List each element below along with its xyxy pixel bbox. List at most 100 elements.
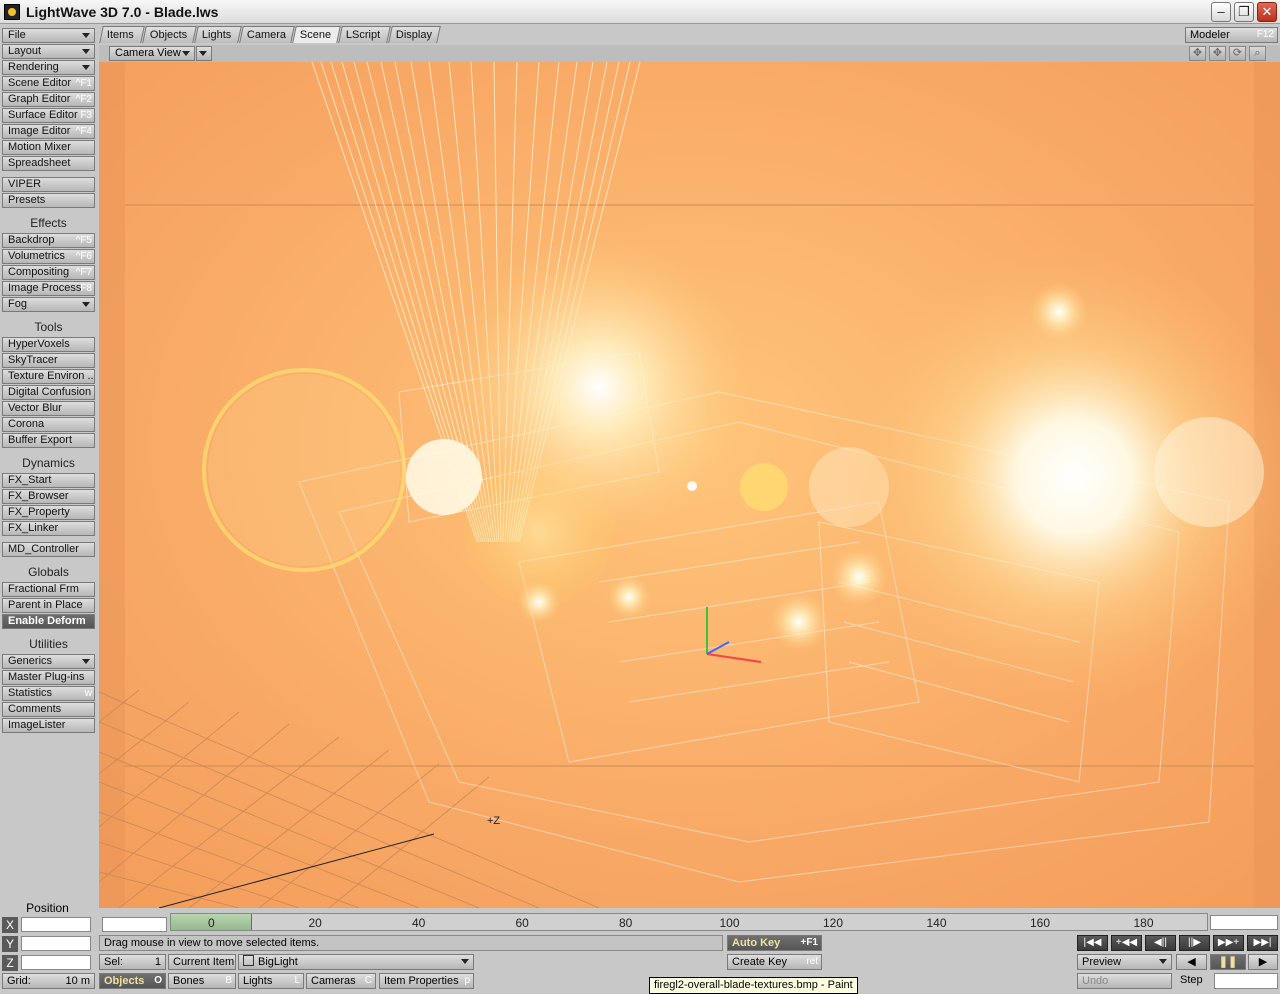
timeline-slider[interactable]: 0 20 40 60 80 100 120 140 160 180: [170, 913, 1208, 931]
lightwave-app-icon[interactable]: [4, 4, 20, 20]
sidebar-item-label: File: [8, 29, 26, 41]
restore-button[interactable]: ❐: [1234, 2, 1254, 22]
sidebar-item-backdrop[interactable]: Backdrop ^F5: [2, 233, 95, 248]
sidebar-item-label: Fractional Frm: [8, 583, 79, 595]
sidebar-item-master-plug-ins[interactable]: Master Plug-ins: [2, 670, 95, 685]
camera-viewport[interactable]: +Z: [99, 62, 1280, 908]
mode-bones-button[interactable]: Bones B: [168, 973, 236, 989]
mode-cameras-button[interactable]: Cameras C: [306, 973, 376, 989]
step-back-button[interactable]: ◀: [1176, 954, 1207, 970]
tab-display[interactable]: Display: [388, 26, 441, 43]
sidebar-item-spreadsheet[interactable]: Spreadsheet: [2, 156, 95, 171]
auto-key-button[interactable]: Auto Key +F1: [727, 935, 822, 951]
tab-scene[interactable]: Scene: [292, 26, 341, 43]
tab-lscript[interactable]: LScript: [338, 26, 391, 43]
sidebar-item-file[interactable]: File: [2, 28, 95, 43]
sidebar-item-label: Scene Editor: [8, 77, 71, 89]
end-frame-field[interactable]: [1210, 915, 1278, 930]
sidebar-item-label: FX_Property: [8, 506, 70, 518]
sidebar-item-viper[interactable]: VIPER: [2, 177, 95, 192]
tab-objects[interactable]: Objects: [142, 26, 197, 43]
main-tab-bar: Items Objects Lights Camera Scene LScript Disp…: [99, 26, 799, 43]
go-to-end-button[interactable]: ▶▶|: [1247, 935, 1278, 951]
sidebar-item-label: VIPER: [8, 178, 42, 190]
sidebar-item-motion-mixer[interactable]: Motion Mixer: [2, 140, 95, 155]
auto-key-shortcut: +F1: [800, 937, 818, 948]
sidebar-item-graph-editor[interactable]: Graph Editor ^F2: [2, 92, 95, 107]
sidebar-item-label: SkyTracer: [8, 354, 58, 366]
sidebar-item-label: Compositing: [8, 266, 70, 278]
y-position-field[interactable]: [21, 936, 91, 951]
sidebar-item-fx-start[interactable]: FX_Start: [2, 473, 95, 488]
sidebar-item-hypervoxels[interactable]: HyperVoxels: [2, 337, 95, 352]
auto-key-label: Auto Key: [732, 937, 781, 949]
frame-field[interactable]: [102, 917, 167, 932]
sidebar-item-imagelister[interactable]: ImageLister: [2, 718, 95, 733]
selection-count: Sel: 1: [99, 954, 166, 970]
sidebar-item-vector-blur[interactable]: Vector Blur: [2, 401, 95, 416]
tab-camera[interactable]: Camera: [239, 26, 295, 43]
sidebar-item-label: ImageLister: [8, 719, 66, 731]
step-back-frame-button[interactable]: ◀||: [1145, 935, 1176, 951]
minimize-button[interactable]: –: [1211, 2, 1231, 22]
pan-view-icon[interactable]: ✥: [1209, 46, 1226, 61]
undo-button[interactable]: Undo: [1077, 973, 1172, 989]
create-key-shortcut: ret: [806, 956, 818, 967]
sidebar-item-fractional-frm[interactable]: Fractional Frm: [2, 582, 95, 597]
sidebar-item-compositing[interactable]: Compositing ^F7: [2, 265, 95, 280]
sidebar-item-fx-property[interactable]: FX_Property: [2, 505, 95, 520]
item-properties-button[interactable]: Item Properties p: [379, 973, 474, 989]
sidebar-item-corona[interactable]: Corona: [2, 417, 95, 432]
z-position-field[interactable]: [21, 955, 91, 970]
close-button[interactable]: ✕: [1257, 2, 1277, 22]
create-key-button[interactable]: Create Key ret: [727, 954, 822, 970]
sidebar-item-md-controller[interactable]: MD_Controller: [2, 542, 95, 557]
create-key-label: Create Key: [732, 956, 788, 968]
sidebar-item-layout[interactable]: Layout: [2, 44, 95, 59]
preview-dropdown[interactable]: Preview: [1077, 954, 1172, 970]
chevron-down-icon: [82, 49, 90, 54]
mode-objects-button[interactable]: Objects O: [99, 973, 166, 989]
sidebar-item-presets[interactable]: Presets: [2, 193, 95, 208]
light-glow-left: [449, 237, 749, 537]
play-button[interactable]: ▶: [1248, 954, 1278, 970]
sidebar-item-surface-editor[interactable]: Surface Editor F3: [2, 108, 95, 123]
mode-lights-button[interactable]: Lights L: [238, 973, 304, 989]
sidebar-item-fx-linker[interactable]: FX_Linker: [2, 521, 95, 536]
current-item-select[interactable]: BigLight: [238, 954, 474, 970]
sidebar-item-comments[interactable]: Comments: [2, 702, 95, 717]
next-key-button[interactable]: ▶▶+: [1213, 935, 1244, 951]
title-bar: LightWave 3D 7.0 - Blade.lws – ❐ ✕: [0, 0, 1280, 24]
sidebar-item-image-process[interactable]: Image Process F8: [2, 281, 95, 296]
sidebar-item-skytracer[interactable]: SkyTracer: [2, 353, 95, 368]
viewport-options-dropdown[interactable]: [196, 46, 212, 61]
step-field[interactable]: [1214, 973, 1278, 989]
move-view-icon[interactable]: ✥: [1189, 46, 1206, 61]
sidebar-item-parent-in-place[interactable]: Parent in Place: [2, 598, 95, 613]
step-forward-frame-button[interactable]: ||▶: [1179, 935, 1210, 951]
sidebar-item-buffer-export[interactable]: Buffer Export: [2, 433, 95, 448]
tab-items[interactable]: Items: [99, 26, 145, 43]
go-to-start-button[interactable]: |◀◀: [1077, 935, 1108, 951]
sidebar-item-volumetrics[interactable]: Volumetrics ^F6: [2, 249, 95, 264]
modeler-button[interactable]: Modeler F12: [1185, 27, 1278, 43]
view-mode-select[interactable]: Camera View: [109, 46, 195, 61]
zoom-view-icon[interactable]: ⌕: [1249, 46, 1266, 61]
previous-key-button[interactable]: +◀◀: [1111, 935, 1142, 951]
sidebar-item-fog[interactable]: Fog: [2, 297, 95, 312]
tab-lights[interactable]: Lights: [194, 26, 242, 43]
sidebar-item-generics[interactable]: Generics: [2, 654, 95, 669]
sidebar-item-image-editor[interactable]: Image Editor ^F4: [2, 124, 95, 139]
sidebar-item-label: FX_Browser: [8, 490, 69, 502]
sidebar-item-digital-confusion[interactable]: Digital Confusion: [2, 385, 95, 400]
sidebar-item-enable-deform[interactable]: Enable Deform: [2, 614, 95, 629]
sidebar-item-fx-browser[interactable]: FX_Browser: [2, 489, 95, 504]
x-position-field[interactable]: [21, 917, 91, 932]
sidebar-item-scene-editor[interactable]: Scene Editor ^F1: [2, 76, 95, 91]
sidebar-item-texture-environ[interactable]: Texture Environ ...: [2, 369, 95, 384]
sidebar-item-rendering[interactable]: Rendering: [2, 60, 95, 75]
sidebar-item-statistics[interactable]: Statistics w: [2, 686, 95, 701]
sidebar-item-label: Generics: [8, 655, 53, 667]
rotate-view-icon[interactable]: ⟳: [1229, 46, 1246, 61]
pause-button[interactable]: ❚❚: [1210, 954, 1246, 970]
